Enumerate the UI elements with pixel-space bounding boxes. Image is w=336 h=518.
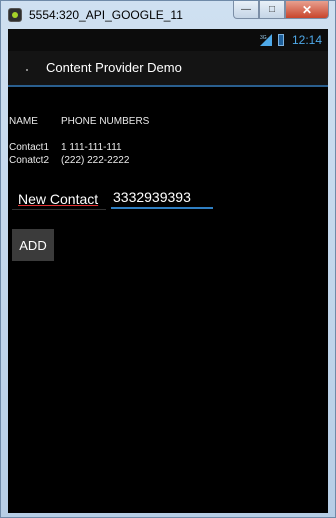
android-icon (8, 8, 22, 22)
window-controls: — □ ✕ (233, 1, 329, 19)
battery-icon (278, 34, 284, 46)
window-titlebar[interactable]: 5554:320_API_GOOGLE_11 — □ ✕ (1, 1, 335, 29)
name-field-underline (12, 209, 106, 210)
device-screen: 3G 12:14 Content Provider Demo NAME PHON… (8, 29, 328, 513)
add-button[interactable]: ADD (12, 229, 54, 261)
svg-text:3G: 3G (260, 35, 267, 41)
window-title: 5554:320_API_GOOGLE_11 (29, 8, 183, 22)
contact-phone: 1 111-111-111 (61, 142, 122, 153)
minimize-button[interactable]: — (233, 1, 259, 19)
app-title: Content Provider Demo (46, 60, 182, 75)
status-bar: 3G 12:14 (8, 29, 328, 51)
close-button[interactable]: ✕ (285, 1, 329, 19)
contact-phone: (222) 222-2222 (61, 155, 130, 166)
maximize-button[interactable]: □ (259, 1, 285, 19)
app-logo-icon (26, 69, 28, 71)
emulator-window: 5554:320_API_GOOGLE_11 — □ ✕ 3G 12:14 Co… (0, 0, 336, 518)
signal-icon: 3G (260, 34, 272, 46)
contact-name: Contact1 (9, 142, 50, 153)
phone-number-input[interactable] (111, 187, 213, 209)
new-contact-name-field[interactable]: New Contact (18, 191, 98, 207)
action-bar: Content Provider Demo (8, 51, 328, 87)
column-header-phone: PHONE NUMBERS (61, 116, 150, 127)
status-clock: 12:14 (292, 33, 323, 47)
column-header-name: NAME (9, 116, 38, 127)
contact-name: Conatct2 (9, 155, 50, 166)
